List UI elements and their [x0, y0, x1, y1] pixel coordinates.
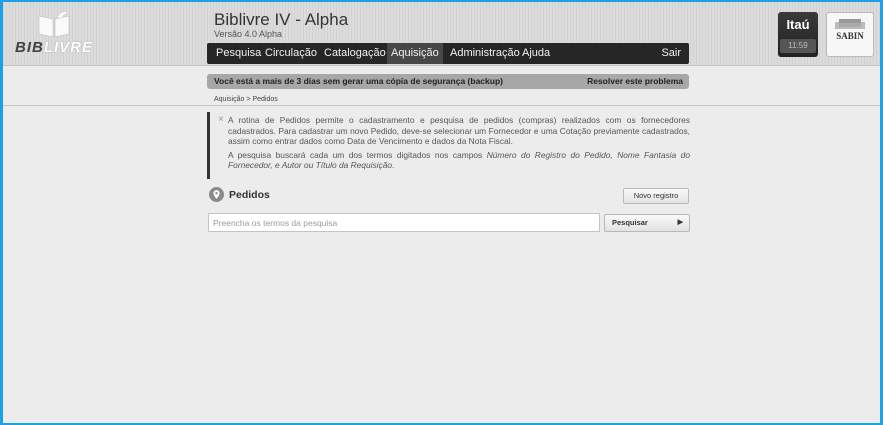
menu-item-administracao[interactable]: Administração	[450, 43, 520, 64]
menu-item-circulacao[interactable]: Circulação	[265, 43, 317, 64]
menu-item-ajuda[interactable]: Ajuda	[522, 43, 550, 64]
institution-box: Itaú 11:59	[778, 12, 818, 57]
section-title: Pedidos	[229, 189, 270, 201]
menu-item-catalogacao[interactable]: Catalogação	[324, 43, 386, 64]
new-record-button[interactable]: Novo registro	[623, 188, 689, 204]
info-text: A pesquisa buscará cada um dos termos di…	[228, 149, 487, 160]
logo-text-light: LIVRE	[43, 39, 94, 56]
info-paragraph-search: A pesquisa buscará cada um dos termos di…	[228, 150, 690, 171]
main-menu: Pesquisa Circulação Catalogação Aquisiçã…	[207, 43, 689, 64]
breadcrumb-parent[interactable]: Aquisição	[214, 96, 244, 103]
info-text-end: .	[392, 160, 395, 170]
search-button-label: Pesquisar	[612, 218, 648, 227]
sponsor-emblem-icon	[835, 19, 865, 29]
backup-warning-bar: Você está a mais de 3 dias sem gerar uma…	[207, 74, 689, 89]
biblivre-logo[interactable]: BIBLIVRE	[15, 10, 95, 60]
sponsor-name: SABIN	[836, 31, 864, 41]
search-button[interactable]: Pesquisar ▶	[604, 214, 690, 232]
logout-link[interactable]: Sair	[661, 43, 681, 64]
logo-wordmark: BIBLIVRE	[15, 39, 93, 56]
info-box: × A rotina de Pedidos permite o cadastra…	[207, 112, 690, 179]
menu-item-pesquisa[interactable]: Pesquisa	[216, 43, 261, 64]
breadcrumb-separator: >	[246, 96, 251, 103]
close-icon[interactable]: ×	[218, 114, 224, 125]
search-input[interactable]	[208, 213, 600, 232]
breadcrumb: Aquisição > Pedidos	[214, 96, 278, 103]
header: BIBLIVRE Biblivre IV - Alpha Versão 4.0 …	[3, 2, 880, 66]
menu-item-aquisicao[interactable]: Aquisição	[387, 43, 443, 64]
clock: 11:59	[780, 39, 816, 53]
divider	[3, 105, 880, 106]
resolve-problem-link[interactable]: Resolver este problema	[587, 74, 683, 89]
book-logo-icon	[38, 11, 70, 38]
info-paragraph: A rotina de Pedidos permite o cadastrame…	[228, 115, 690, 146]
arrow-right-icon: ▶	[677, 219, 683, 226]
backup-warning-message: Você está a mais de 3 dias sem gerar uma…	[214, 76, 503, 86]
institution-name: Itaú	[786, 17, 810, 32]
app-version: Versão 4.0 Alpha	[214, 29, 283, 39]
app-title: Biblivre IV - Alpha	[214, 10, 349, 29]
breadcrumb-current: Pedidos	[252, 96, 278, 103]
sponsor-logo[interactable]: SABIN	[826, 12, 874, 57]
location-pin-icon	[209, 187, 224, 202]
app-window: BIBLIVRE Biblivre IV - Alpha Versão 4.0 …	[3, 2, 880, 423]
logo-text-dark: BIB	[15, 39, 44, 56]
